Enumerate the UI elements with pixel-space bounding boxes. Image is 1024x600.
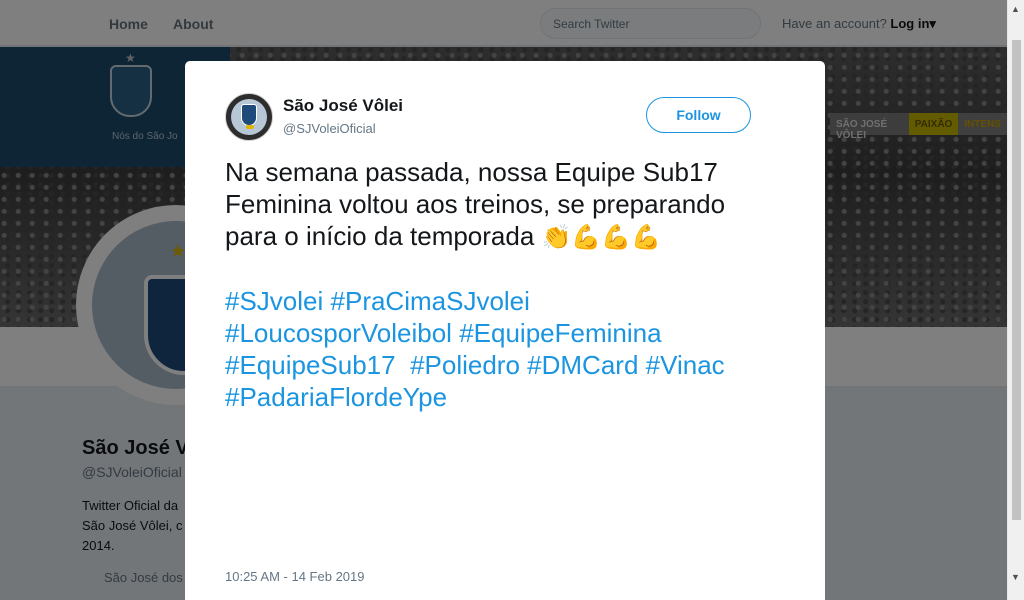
logo-ribbon — [246, 125, 254, 129]
tweet-text-line: Na semana passada, nossa Equipe Sub17 — [225, 157, 718, 187]
hashtag-line: #EquipeSub17 #Poliedro #DMCard #Vinac — [225, 349, 785, 381]
tweet-timestamp[interactable]: 10:25 AM - 14 Feb 2019 — [225, 569, 364, 584]
follow-button[interactable]: Follow — [646, 97, 751, 133]
shield-logo-icon — [241, 104, 257, 126]
author-handle[interactable]: @SJVoleiOficial — [283, 121, 376, 136]
author-name[interactable]: São José Vôlei — [283, 96, 403, 116]
hashtag-link[interactable]: #EquipeFeminina — [459, 318, 661, 348]
tweet-modal: São José Vôlei @SJVoleiOficial Follow Na… — [185, 61, 825, 600]
hashtag-line: #PadariaFlordeYpe — [225, 381, 785, 413]
scroll-down-icon[interactable]: ▼ — [1011, 572, 1020, 582]
hashtag-link[interactable]: #Poliedro — [410, 350, 520, 380]
hashtag-link[interactable]: #PadariaFlordeYpe — [225, 382, 447, 412]
hashtag-line: #LoucosporVoleibol #EquipeFeminina — [225, 317, 785, 349]
scrollbar-thumb[interactable] — [1012, 40, 1021, 520]
hashtag-link[interactable]: #Vinac — [646, 350, 725, 380]
hashtag-line: #SJvolei #PraCimaSJvolei — [225, 285, 785, 317]
tweet-hashtags: #SJvolei #PraCimaSJvolei #LoucosporVolei… — [225, 285, 785, 413]
hashtag-link[interactable]: #LoucosporVoleibol — [225, 318, 452, 348]
hashtag-link[interactable]: #DMCard — [527, 350, 638, 380]
tweet-text-line: para o início da temporada 👏💪💪💪 — [225, 220, 785, 254]
scroll-up-icon[interactable]: ▲ — [1011, 4, 1020, 14]
page-scrollbar[interactable]: ▲ ▼ — [1007, 0, 1024, 600]
hashtag-link[interactable]: #PraCimaSJvolei — [331, 286, 530, 316]
tweet-text-line: Feminina voltou aos treinos, se preparan… — [225, 189, 726, 219]
tweet-text-fragment: para o início da temporada — [225, 221, 535, 251]
hashtag-link[interactable]: #SJvolei — [225, 286, 323, 316]
tweet-text: Na semana passada, nossa Equipe Sub17 Fe… — [225, 156, 785, 254]
author-avatar[interactable] — [225, 93, 273, 141]
clap-and-flex-emoji-icons: 👏💪💪💪 — [541, 224, 662, 251]
hashtag-link[interactable]: #EquipeSub17 — [225, 350, 396, 380]
